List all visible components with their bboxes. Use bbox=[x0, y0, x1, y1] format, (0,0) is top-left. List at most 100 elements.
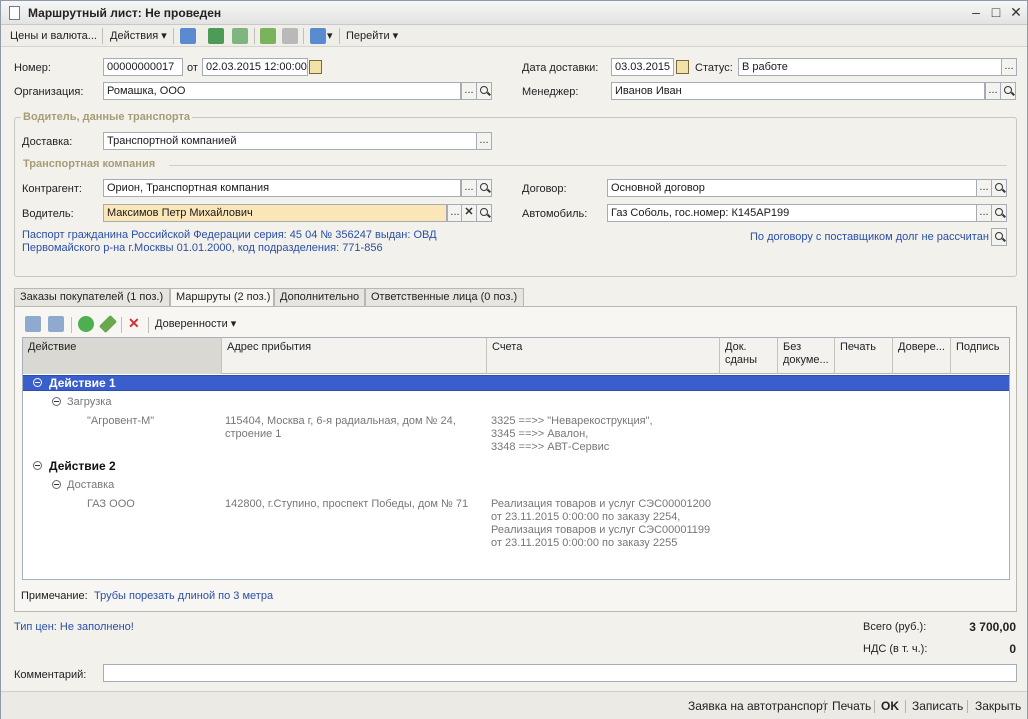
add-subrow-icon[interactable] bbox=[48, 316, 64, 332]
status-select-button[interactable]: ... bbox=[1001, 58, 1017, 76]
column-signature[interactable]: Подпись bbox=[951, 338, 1009, 374]
date-field[interactable]: 02.03.2015 12:00:00 bbox=[202, 58, 308, 76]
invoice-line: Реализация товаров и услуг СЭС00001199 bbox=[491, 524, 711, 536]
create-based-on-dropdown[interactable]: ▾ bbox=[327, 28, 333, 44]
transport-request-button[interactable]: Заявка на автотранспорт bbox=[688, 699, 828, 713]
prices-currency-button[interactable]: Цены и валюта... bbox=[10, 28, 97, 44]
note-value[interactable]: Трубы порезать длиной по 3 метра bbox=[94, 590, 273, 602]
tab-routes[interactable]: Маршруты (2 поз.) bbox=[170, 288, 274, 308]
car-field[interactable]: Газ Соболь, гос.номер: К145АР199 bbox=[607, 204, 977, 222]
organization-open-icon[interactable] bbox=[476, 82, 492, 100]
group-subtitle[interactable]: Доставка bbox=[67, 479, 114, 492]
arrival-address: 115404, Москва г, 6-я радиальная, дом № … bbox=[225, 415, 456, 427]
column-print[interactable]: Печать bbox=[835, 338, 893, 374]
edit-icon[interactable] bbox=[98, 314, 118, 334]
tab-responsible-persons[interactable]: Ответственные лица (0 поз.) bbox=[365, 288, 524, 307]
arrival-address: строение 1 bbox=[225, 428, 282, 440]
post-icon[interactable] bbox=[260, 28, 276, 44]
contract-select-button[interactable]: ... bbox=[976, 179, 992, 197]
close-form-button[interactable]: Закрыть bbox=[975, 699, 1021, 713]
collapse-icon[interactable] bbox=[33, 461, 42, 470]
debt-open-icon[interactable] bbox=[991, 228, 1007, 246]
print-button[interactable]: Печать bbox=[832, 699, 871, 713]
maximize-button[interactable]: □ bbox=[987, 4, 1005, 21]
passport-line-1[interactable]: Паспорт гражданина Российской Федерации … bbox=[22, 229, 437, 241]
group-subtitle[interactable]: Загрузка bbox=[67, 396, 111, 409]
powers-of-attorney-menu[interactable]: Доверенности ▾ bbox=[155, 316, 236, 332]
clear-icon[interactable]: ✕ bbox=[461, 204, 477, 222]
counterparty-select-button[interactable]: ... bbox=[461, 179, 477, 197]
invoice-line: 3345 ==>> Авалон, bbox=[491, 428, 589, 440]
create-based-on-icon[interactable] bbox=[310, 28, 326, 44]
add-icon[interactable] bbox=[78, 316, 94, 332]
ok-button[interactable]: OK bbox=[881, 699, 899, 713]
powers-label: Доверенности bbox=[155, 318, 228, 330]
collapse-icon[interactable] bbox=[52, 397, 61, 406]
counterparty-field[interactable]: Орион, Транспортная компания bbox=[103, 179, 461, 197]
invoice-line: 3348 ==>> АВТ-Сервис bbox=[491, 441, 610, 453]
save-button[interactable]: Записать bbox=[912, 699, 963, 713]
close-button[interactable]: ✕ bbox=[1007, 4, 1025, 21]
post-and-close-icon[interactable] bbox=[180, 28, 196, 44]
delivery-select-button[interactable]: ... bbox=[476, 132, 492, 150]
column-address[interactable]: Адрес прибытия bbox=[222, 338, 487, 374]
driver-field[interactable]: Максимов Петр Михайлович bbox=[103, 204, 447, 222]
minimize-button[interactable]: – bbox=[967, 4, 985, 21]
comment-label: Комментарий: bbox=[14, 669, 87, 681]
tab-additional[interactable]: Дополнительно bbox=[274, 288, 365, 307]
collapse-icon[interactable] bbox=[33, 378, 42, 387]
total-value: 3 700,00 bbox=[969, 620, 1016, 634]
tab-customer-orders[interactable]: Заказы покупателей (1 поз.) bbox=[14, 288, 170, 307]
column-action[interactable]: Действие bbox=[23, 338, 222, 374]
organization-select-button[interactable]: ... bbox=[461, 82, 477, 100]
car-label: Автомобиль: bbox=[522, 208, 588, 220]
toolbar-separator bbox=[102, 28, 103, 44]
manager-field[interactable]: Иванов Иван bbox=[611, 82, 985, 100]
counterparty-name[interactable]: "Агровент-М" bbox=[87, 415, 154, 428]
command-separator bbox=[905, 700, 906, 713]
invoice-line: 3325 ==>> "Неварекострукция", bbox=[491, 415, 653, 427]
status-field[interactable]: В работе bbox=[738, 58, 1002, 76]
comment-field[interactable] bbox=[103, 664, 1017, 682]
copy-icon[interactable] bbox=[232, 28, 248, 44]
car-open-icon[interactable] bbox=[991, 204, 1007, 222]
column-without-docs[interactable]: Без докуме... bbox=[778, 338, 835, 374]
calendar-icon[interactable] bbox=[676, 60, 689, 74]
manager-open-icon[interactable] bbox=[1000, 82, 1016, 100]
group-title[interactable]: Действие 2 bbox=[49, 460, 116, 473]
actions-menu[interactable]: Действия ▾ bbox=[110, 28, 167, 44]
vat-label: НДС (в т. ч.): bbox=[863, 643, 928, 655]
contract-open-icon[interactable] bbox=[991, 179, 1007, 197]
column-docs-submitted[interactable]: Док. сданы bbox=[720, 338, 778, 374]
delivery-date-field[interactable]: 03.03.2015 bbox=[611, 58, 674, 76]
actions-label: Действия bbox=[110, 30, 159, 42]
car-select-button[interactable]: ... bbox=[976, 204, 992, 222]
transport-company-title: Транспортная компания bbox=[21, 158, 158, 170]
column-power-of-attorney[interactable]: Довере... bbox=[893, 338, 951, 374]
unpost-icon[interactable] bbox=[282, 28, 298, 44]
calendar-icon[interactable] bbox=[309, 60, 322, 74]
price-type-link[interactable]: Тип цен: Не заполнено! bbox=[14, 621, 134, 633]
counterparty-name[interactable]: ГАЗ ООО bbox=[87, 498, 135, 511]
driver-open-icon[interactable] bbox=[476, 204, 492, 222]
organization-field[interactable]: Ромашка, ООО bbox=[103, 82, 461, 100]
routes-tab-panel: ✕ Доверенности ▾ Действие Адрес прибытия… bbox=[14, 306, 1017, 612]
passport-line-2[interactable]: Первомайского р-на г.Москвы 01.01.2000, … bbox=[22, 242, 383, 254]
number-field[interactable]: 00000000017 bbox=[103, 58, 183, 76]
refresh-icon[interactable] bbox=[208, 28, 224, 44]
group-title[interactable]: Действие 1 bbox=[49, 377, 116, 390]
delete-icon[interactable]: ✕ bbox=[128, 315, 140, 331]
goto-menu[interactable]: Перейти ▾ bbox=[346, 28, 398, 44]
collapse-icon[interactable] bbox=[52, 480, 61, 489]
add-row-icon[interactable] bbox=[25, 316, 41, 332]
arrival-address: 142800, г.Ступино, проспект Победы, дом … bbox=[225, 498, 469, 510]
contract-debt-link[interactable]: По договору с поставщиком долг не рассчи… bbox=[750, 231, 989, 243]
organization-label: Организация: bbox=[14, 86, 84, 98]
manager-select-button[interactable]: ... bbox=[985, 82, 1001, 100]
selected-row[interactable] bbox=[23, 375, 1009, 391]
contract-field[interactable]: Основной договор bbox=[607, 179, 977, 197]
column-invoices[interactable]: Счета bbox=[487, 338, 720, 374]
counterparty-open-icon[interactable] bbox=[476, 179, 492, 197]
from-label: от bbox=[187, 62, 198, 74]
delivery-field[interactable]: Транспортной компанией bbox=[103, 132, 477, 150]
